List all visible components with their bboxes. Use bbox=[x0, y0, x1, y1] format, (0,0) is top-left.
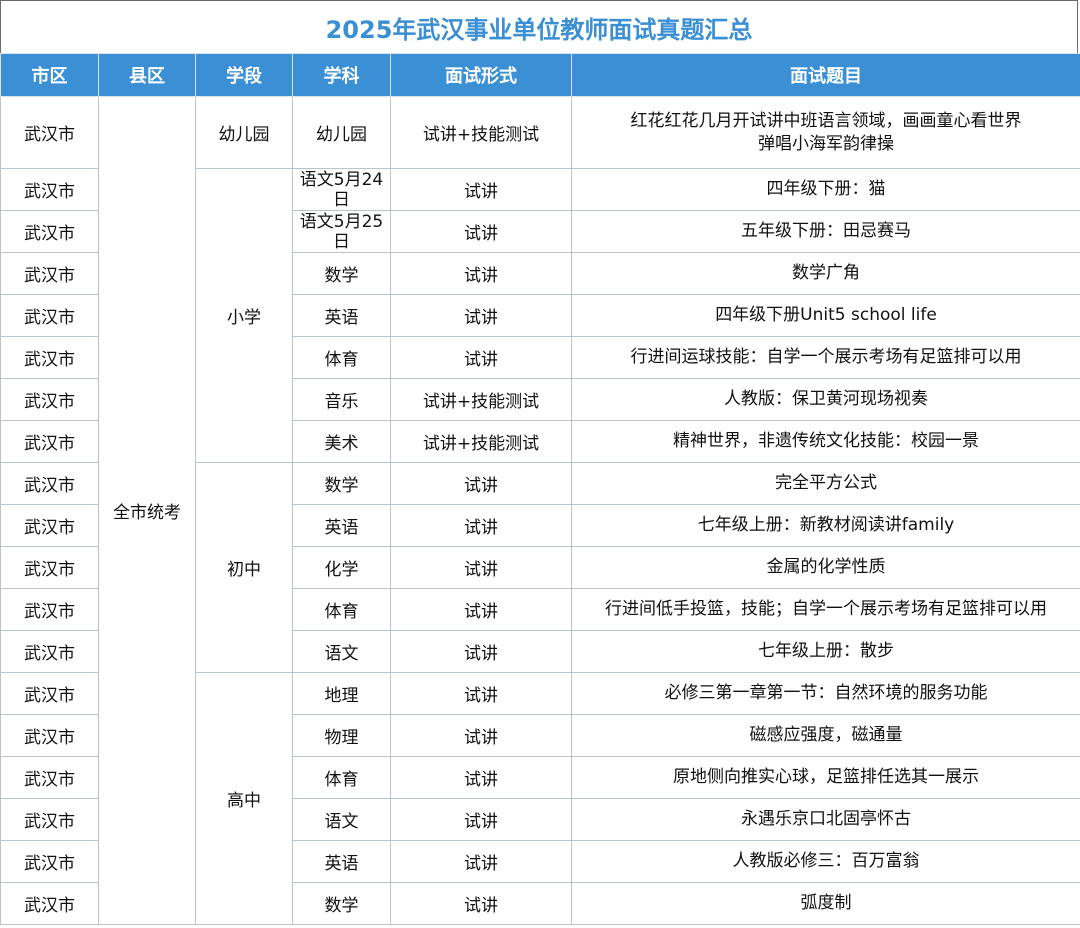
subject-cell: 英语 bbox=[292, 504, 391, 547]
format-cell: 试讲 bbox=[390, 210, 572, 253]
topic-cell: 原地侧向推实心球，足篮排任选其一展示 bbox=[571, 756, 1080, 799]
sheet-title: 2025年武汉事业单位教师面试真题汇总 bbox=[0, 0, 1078, 53]
topic-cell: 完全平方公式 bbox=[571, 462, 1080, 505]
subject-cell: 英语 bbox=[292, 294, 391, 337]
format-cell: 试讲 bbox=[390, 462, 572, 505]
subject-cell: 美术 bbox=[292, 420, 391, 463]
subject-cell: 英语 bbox=[292, 840, 391, 883]
header-stage: 学段 bbox=[195, 53, 293, 97]
city-cell: 武汉市 bbox=[0, 588, 99, 631]
format-cell: 试讲 bbox=[390, 630, 572, 673]
header-topic: 面试题目 bbox=[571, 53, 1080, 97]
city-cell: 武汉市 bbox=[0, 546, 99, 589]
header-row: 市区 县区 学段 学科 面试形式 面试题目 bbox=[0, 53, 1080, 97]
subject-cell: 体育 bbox=[292, 756, 391, 799]
topic-cell: 精神世界，非遗传统文化技能：校园一景 bbox=[571, 420, 1080, 463]
subject-text: 语文5月24日 bbox=[299, 170, 384, 210]
topic-cell: 数学广角 bbox=[571, 252, 1080, 295]
format-cell: 试讲 bbox=[390, 798, 572, 841]
topic-cell: 四年级下册：猫 bbox=[571, 168, 1080, 211]
subject-cell: 语文 bbox=[292, 798, 391, 841]
format-cell: 试讲 bbox=[390, 336, 572, 379]
city-cell: 武汉市 bbox=[0, 210, 99, 253]
topic-cell: 七年级上册：新教材阅读讲family bbox=[571, 504, 1080, 547]
city-cell: 武汉市 bbox=[0, 882, 99, 925]
subject-cell: 体育 bbox=[292, 336, 391, 379]
topic-cell: 行进间低手投篮，技能；自学一个展示考场有足篮排可以用 bbox=[571, 588, 1080, 631]
city-cell: 武汉市 bbox=[0, 252, 99, 295]
header-subject: 学科 bbox=[292, 53, 391, 97]
city-cell: 武汉市 bbox=[0, 420, 99, 463]
city-cell: 武汉市 bbox=[0, 840, 99, 883]
stage-cell-primary: 小学 bbox=[195, 168, 293, 463]
format-cell: 试讲 bbox=[390, 252, 572, 295]
subject-cell: 体育 bbox=[292, 588, 391, 631]
city-cell: 武汉市 bbox=[0, 756, 99, 799]
city-cell: 武汉市 bbox=[0, 294, 99, 337]
format-cell: 试讲 bbox=[390, 882, 572, 925]
subject-cell: 数学 bbox=[292, 882, 391, 925]
header-county: 县区 bbox=[98, 53, 196, 97]
spreadsheet: 2025年武汉事业单位教师面试真题汇总 市区 县区 学段 学科 面试形式 面试题… bbox=[0, 0, 1080, 928]
topic-cell: 红花红花几月开试讲中班语言领域，画画童心看世界 弹唱小海军韵律操 bbox=[571, 96, 1080, 169]
subject-cell: 物理 bbox=[292, 714, 391, 757]
subject-cell: 数学 bbox=[292, 252, 391, 295]
subject-cell: 语文5月24日 bbox=[292, 168, 391, 211]
format-cell: 试讲+技能测试 bbox=[390, 378, 572, 421]
topic-cell: 永遇乐京口北固亭怀古 bbox=[571, 798, 1080, 841]
city-cell: 武汉市 bbox=[0, 798, 99, 841]
subject-cell: 音乐 bbox=[292, 378, 391, 421]
format-cell: 试讲+技能测试 bbox=[390, 96, 572, 169]
format-cell: 试讲 bbox=[390, 588, 572, 631]
topic-cell: 金属的化学性质 bbox=[571, 546, 1080, 589]
stage-cell-senior: 高中 bbox=[195, 672, 293, 925]
topic-cell: 弧度制 bbox=[571, 882, 1080, 925]
city-cell: 武汉市 bbox=[0, 336, 99, 379]
subject-text: 语文5月25日 bbox=[299, 212, 384, 252]
topic-cell: 五年级下册：田忌赛马 bbox=[571, 210, 1080, 253]
city-cell: 武汉市 bbox=[0, 168, 99, 211]
subject-cell: 语文 bbox=[292, 630, 391, 673]
city-cell: 武汉市 bbox=[0, 378, 99, 421]
city-cell: 武汉市 bbox=[0, 504, 99, 547]
subject-cell: 化学 bbox=[292, 546, 391, 589]
format-cell: 试讲+技能测试 bbox=[390, 420, 572, 463]
format-cell: 试讲 bbox=[390, 546, 572, 589]
subject-cell: 幼儿园 bbox=[292, 96, 391, 169]
city-cell: 武汉市 bbox=[0, 714, 99, 757]
header-format: 面试形式 bbox=[390, 53, 572, 97]
format-cell: 试讲 bbox=[390, 714, 572, 757]
city-cell: 武汉市 bbox=[0, 672, 99, 715]
format-cell: 试讲 bbox=[390, 672, 572, 715]
county-cell: 全市统考 bbox=[98, 96, 196, 925]
topic-cell: 磁感应强度，磁通量 bbox=[571, 714, 1080, 757]
format-cell: 试讲 bbox=[390, 168, 572, 211]
interview-table: 市区 县区 学段 学科 面试形式 面试题目 武汉市 全市统考 幼儿园 幼儿园 试… bbox=[0, 53, 1080, 925]
subject-cell: 语文5月25日 bbox=[292, 210, 391, 253]
city-cell: 武汉市 bbox=[0, 96, 99, 169]
subject-cell: 地理 bbox=[292, 672, 391, 715]
format-cell: 试讲 bbox=[390, 756, 572, 799]
topic-cell: 四年级下册Unit5 school life bbox=[571, 294, 1080, 337]
table-row: 武汉市 全市统考 幼儿园 幼儿园 试讲+技能测试 红花红花几月开试讲中班语言领域… bbox=[0, 96, 1080, 925]
topic-cell: 七年级上册：散步 bbox=[571, 630, 1080, 673]
topic-cell: 人教版：保卫黄河现场视奏 bbox=[571, 378, 1080, 421]
format-cell: 试讲 bbox=[390, 294, 572, 337]
stage-cell-junior: 初中 bbox=[195, 462, 293, 673]
header-city: 市区 bbox=[0, 53, 99, 97]
subject-cell: 数学 bbox=[292, 462, 391, 505]
topic-cell: 行进间运球技能：自学一个展示考场有足篮排可以用 bbox=[571, 336, 1080, 379]
city-cell: 武汉市 bbox=[0, 630, 99, 673]
city-cell: 武汉市 bbox=[0, 462, 99, 505]
topic-cell: 必修三第一章第一节：自然环境的服务功能 bbox=[571, 672, 1080, 715]
format-cell: 试讲 bbox=[390, 504, 572, 547]
stage-cell-kindergarten: 幼儿园 bbox=[195, 96, 293, 169]
topic-cell: 人教版必修三：百万富翁 bbox=[571, 840, 1080, 883]
format-cell: 试讲 bbox=[390, 840, 572, 883]
